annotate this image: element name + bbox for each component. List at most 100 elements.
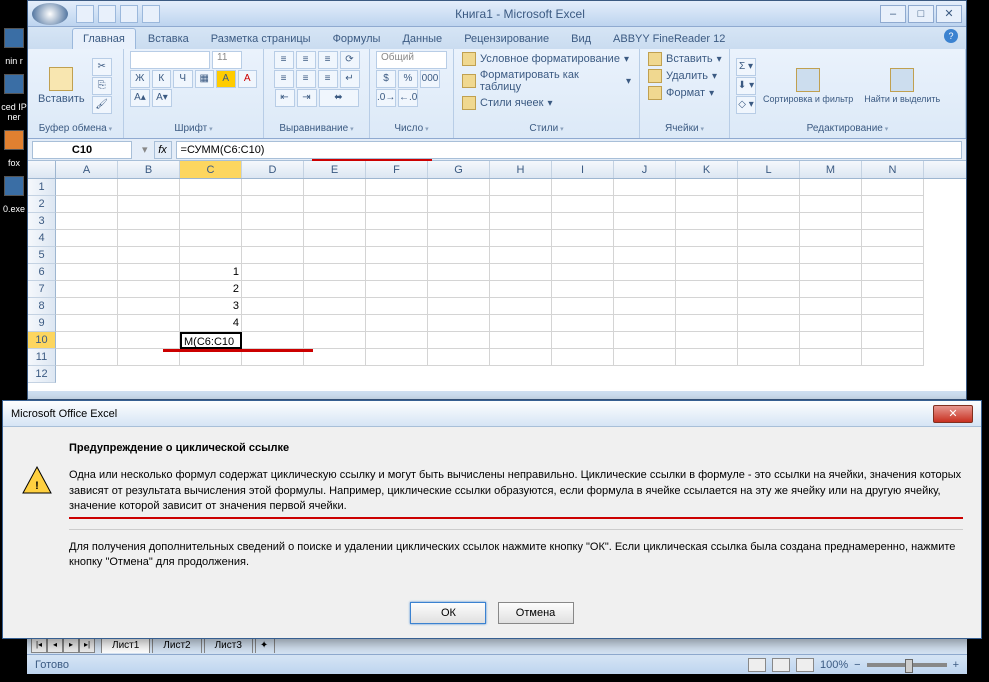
- tab-formulas[interactable]: Формулы: [323, 29, 391, 49]
- increase-indent-icon[interactable]: ⇥: [297, 89, 317, 107]
- col-header[interactable]: D: [242, 161, 304, 178]
- font-size-select[interactable]: 11: [212, 51, 242, 69]
- cell[interactable]: [862, 315, 924, 332]
- row-header[interactable]: 11: [28, 349, 56, 366]
- cell[interactable]: [862, 213, 924, 230]
- cell[interactable]: [366, 247, 428, 264]
- cell[interactable]: [366, 298, 428, 315]
- col-header[interactable]: M: [800, 161, 862, 178]
- cell-c8[interactable]: 3: [180, 298, 242, 315]
- tab-abbyy[interactable]: ABBYY FineReader 12: [603, 29, 735, 49]
- cell[interactable]: [180, 213, 242, 230]
- cell[interactable]: [428, 264, 490, 281]
- cell[interactable]: [304, 196, 366, 213]
- row-header[interactable]: 9: [28, 315, 56, 332]
- cell[interactable]: [676, 281, 738, 298]
- tab-review[interactable]: Рецензирование: [454, 29, 559, 49]
- cell[interactable]: [862, 179, 924, 196]
- cell[interactable]: [428, 179, 490, 196]
- cell[interactable]: [552, 298, 614, 315]
- cell[interactable]: [366, 332, 428, 349]
- cell[interactable]: [614, 213, 676, 230]
- autosum-icon[interactable]: Σ ▾: [736, 58, 756, 76]
- cell[interactable]: [304, 332, 366, 349]
- cell[interactable]: [304, 264, 366, 281]
- cell[interactable]: [862, 247, 924, 264]
- cell[interactable]: [614, 315, 676, 332]
- cell[interactable]: [242, 298, 304, 315]
- cell[interactable]: [56, 247, 118, 264]
- desktop-icon[interactable]: [4, 74, 24, 94]
- cell[interactable]: [676, 179, 738, 196]
- row-header[interactable]: 7: [28, 281, 56, 298]
- decrease-decimal-icon[interactable]: ←.0: [398, 89, 418, 107]
- cell[interactable]: [800, 247, 862, 264]
- col-header[interactable]: L: [738, 161, 800, 178]
- col-header[interactable]: B: [118, 161, 180, 178]
- cell[interactable]: [490, 247, 552, 264]
- cell[interactable]: [56, 264, 118, 281]
- fx-button[interactable]: fx: [154, 141, 172, 159]
- cell[interactable]: [242, 230, 304, 247]
- cell[interactable]: [490, 196, 552, 213]
- underline-button[interactable]: Ч: [173, 70, 193, 88]
- cell[interactable]: [738, 332, 800, 349]
- cell[interactable]: [552, 332, 614, 349]
- cell[interactable]: [614, 264, 676, 281]
- cell[interactable]: [56, 213, 118, 230]
- cell[interactable]: [242, 315, 304, 332]
- cell[interactable]: [552, 196, 614, 213]
- row-header[interactable]: 8: [28, 298, 56, 315]
- cell[interactable]: [304, 179, 366, 196]
- cancel-button[interactable]: Отмена: [498, 602, 574, 624]
- sort-filter-button[interactable]: Сортировка и фильтр: [759, 66, 857, 106]
- help-icon[interactable]: ?: [944, 29, 958, 43]
- cell[interactable]: [552, 247, 614, 264]
- cell[interactable]: [366, 349, 428, 366]
- cell[interactable]: [56, 349, 118, 366]
- cell[interactable]: [242, 281, 304, 298]
- cell[interactable]: [800, 315, 862, 332]
- firefox-icon[interactable]: [4, 130, 24, 150]
- qat-more-icon[interactable]: [142, 5, 160, 23]
- cell[interactable]: [614, 349, 676, 366]
- redo-icon[interactable]: [120, 5, 138, 23]
- minimize-button[interactable]: –: [880, 5, 906, 23]
- cell[interactable]: [490, 281, 552, 298]
- cell[interactable]: [118, 298, 180, 315]
- increase-decimal-icon[interactable]: .0→: [376, 89, 396, 107]
- cell[interactable]: [366, 230, 428, 247]
- align-middle-icon[interactable]: ≡: [296, 51, 316, 69]
- page-break-view-icon[interactable]: [796, 658, 814, 672]
- cell[interactable]: [552, 213, 614, 230]
- cell[interactable]: [366, 281, 428, 298]
- cell[interactable]: [676, 247, 738, 264]
- cell[interactable]: [118, 179, 180, 196]
- cell[interactable]: [304, 315, 366, 332]
- font-family-select[interactable]: [130, 51, 210, 69]
- cell[interactable]: [118, 230, 180, 247]
- cell[interactable]: [242, 247, 304, 264]
- cell[interactable]: [428, 349, 490, 366]
- row-header[interactable]: 10: [28, 332, 56, 349]
- close-button[interactable]: ✕: [936, 5, 962, 23]
- comma-icon[interactable]: 000: [420, 70, 440, 88]
- select-all-corner[interactable]: [28, 161, 56, 178]
- col-header[interactable]: C: [180, 161, 242, 178]
- cell[interactable]: [56, 281, 118, 298]
- cell[interactable]: [366, 315, 428, 332]
- cell[interactable]: [304, 230, 366, 247]
- cell[interactable]: [304, 213, 366, 230]
- row-header[interactable]: 3: [28, 213, 56, 230]
- col-header[interactable]: I: [552, 161, 614, 178]
- cell[interactable]: [800, 349, 862, 366]
- cell-styles-button[interactable]: Стили ячеек ▾: [460, 95, 555, 111]
- cell[interactable]: [118, 213, 180, 230]
- cell[interactable]: [676, 230, 738, 247]
- cell[interactable]: [738, 349, 800, 366]
- cell[interactable]: [490, 213, 552, 230]
- cell[interactable]: [800, 196, 862, 213]
- cell-c10-active[interactable]: М(C6:C10: [180, 332, 242, 349]
- cell[interactable]: [180, 196, 242, 213]
- col-header[interactable]: K: [676, 161, 738, 178]
